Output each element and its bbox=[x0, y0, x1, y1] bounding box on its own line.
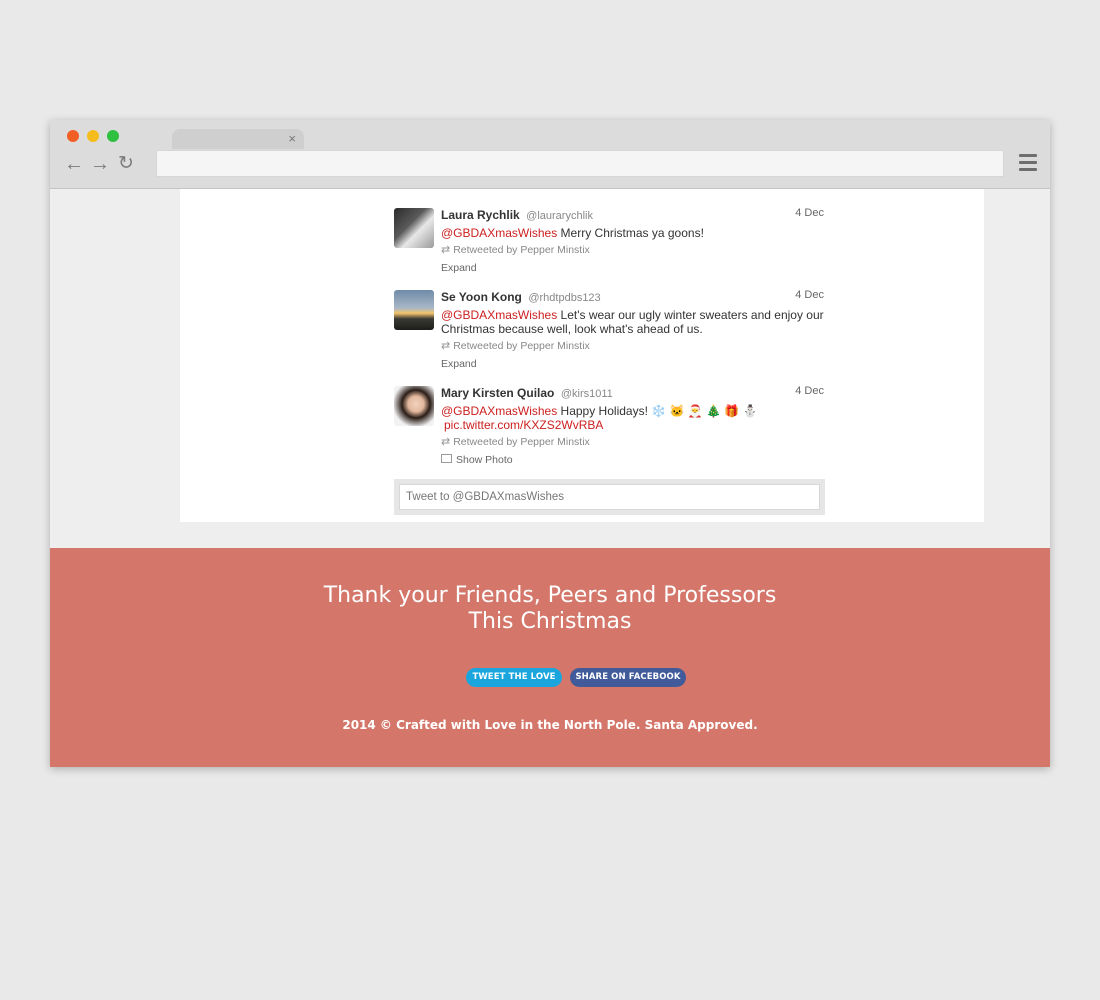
close-icon[interactable]: × bbox=[288, 130, 296, 148]
retweet-icon: ⇄ bbox=[441, 340, 451, 352]
tweet-text: @GBDAXmasWishes Merry Christmas ya goons… bbox=[441, 226, 824, 240]
retweet-icon: ⇄ bbox=[441, 436, 451, 448]
tweet-author-handle[interactable]: @kirs1011 bbox=[561, 388, 613, 400]
expand-link[interactable]: Expand bbox=[441, 358, 824, 370]
tweet-date[interactable]: 4 Dec bbox=[795, 207, 824, 219]
forward-arrow-icon[interactable]: → bbox=[90, 153, 110, 175]
tweet-input[interactable]: Tweet to @GBDAXmasWishes bbox=[399, 484, 820, 510]
tweet-mention[interactable]: @GBDAXmasWishes bbox=[441, 404, 557, 418]
avatar[interactable] bbox=[394, 386, 434, 426]
headline-line-1: Thank your Friends, Peers and Professors bbox=[323, 583, 777, 608]
copyright-text: 2014 © Crafted with Love in the North Po… bbox=[342, 718, 758, 732]
tweet-author-handle[interactable]: @rhdtpdbs123 bbox=[528, 292, 600, 304]
minimize-window-button[interactable] bbox=[87, 130, 99, 142]
show-photo-label: Show Photo bbox=[456, 454, 513, 466]
retweet-icon: ⇄ bbox=[441, 244, 451, 256]
retweet-label: Retweeted by Pepper Minstix bbox=[453, 340, 590, 352]
tweet-author-handle[interactable]: @laurarychlik bbox=[526, 210, 593, 222]
tweet-author-name[interactable]: Se Yoon Kong bbox=[441, 290, 522, 304]
twitter-feed: Laura Rychlik @laurarychlik 4 Dec @GBDAX… bbox=[180, 189, 984, 522]
address-bar[interactable] bbox=[156, 150, 1004, 177]
browser-window: × ← → ↻ Laura Rychlik @laurarychlik 4 De… bbox=[50, 120, 1050, 767]
tweet-date[interactable]: 4 Dec bbox=[795, 385, 824, 397]
tweet-mention[interactable]: @GBDAXmasWishes bbox=[441, 226, 557, 240]
avatar[interactable] bbox=[394, 208, 434, 248]
retweet-info: ⇄ Retweeted by Pepper Minstix bbox=[441, 339, 824, 352]
tweet-text: @GBDAXmasWishes Let's wear our ugly wint… bbox=[441, 308, 824, 336]
reload-icon[interactable]: ↻ bbox=[118, 153, 134, 175]
browser-chrome: × ← → ↻ bbox=[50, 120, 1050, 189]
tweet-box-container: Tweet to @GBDAXmasWishes bbox=[394, 479, 825, 515]
back-arrow-icon[interactable]: ← bbox=[64, 153, 84, 175]
tweet-photo-link[interactable]: pic.twitter.com/KXZS2WvRBA bbox=[444, 418, 603, 432]
retweet-label: Retweeted by Pepper Minstix bbox=[453, 244, 590, 256]
tweet-date[interactable]: 4 Dec bbox=[795, 289, 824, 301]
close-window-button[interactable] bbox=[67, 130, 79, 142]
tweet-the-love-button[interactable]: TWEET THE LOVE bbox=[466, 668, 562, 687]
retweet-label: Retweeted by Pepper Minstix bbox=[453, 436, 590, 448]
menu-icon[interactable] bbox=[1019, 154, 1037, 172]
avatar[interactable] bbox=[394, 290, 434, 330]
maximize-window-button[interactable] bbox=[107, 130, 119, 142]
tweet-author-name[interactable]: Laura Rychlik bbox=[441, 208, 520, 222]
tweet-body: Happy Holidays! ❄️ 🐱 🎅 🎄 🎁 ⛄ bbox=[557, 404, 758, 418]
expand-link[interactable]: Expand bbox=[441, 262, 824, 274]
retweet-info: ⇄ Retweeted by Pepper Minstix bbox=[441, 435, 824, 448]
tweet-text: @GBDAXmasWishes Happy Holidays! ❄️ 🐱 🎅 🎄… bbox=[441, 404, 824, 432]
photo-icon bbox=[441, 454, 452, 463]
page-viewport: Laura Rychlik @laurarychlik 4 Dec @GBDAX… bbox=[50, 189, 1050, 767]
browser-tab[interactable]: × bbox=[172, 129, 304, 149]
headline-line-2: This Christmas bbox=[468, 609, 632, 634]
show-photo-link[interactable]: Show Photo bbox=[441, 454, 824, 466]
retweet-info: ⇄ Retweeted by Pepper Minstix bbox=[441, 243, 824, 256]
footer: Thank your Friends, Peers and Professors… bbox=[50, 548, 1050, 767]
share-on-facebook-button[interactable]: SHARE ON FACEBOOK bbox=[570, 668, 686, 687]
tweet-author-name[interactable]: Mary Kirsten Quilao bbox=[441, 386, 554, 400]
footer-headline: Thank your Friends, Peers and Professors… bbox=[50, 583, 1050, 635]
tweet-body: Merry Christmas ya goons! bbox=[557, 226, 704, 240]
tweet-mention[interactable]: @GBDAXmasWishes bbox=[441, 308, 557, 322]
